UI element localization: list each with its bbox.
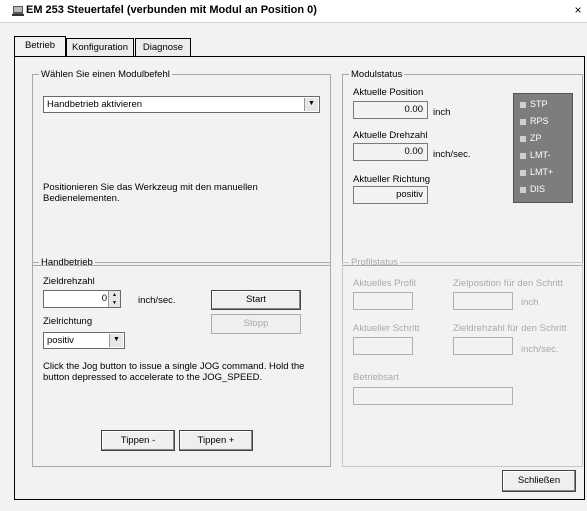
mode-field [353,387,513,405]
position-field: 0.00 [353,101,428,119]
zieldrehzahl-stepper[interactable]: 0 ▲ ▼ [43,290,121,308]
close-icon[interactable]: × [571,2,585,18]
step-label: Aktueller Schritt [353,323,420,334]
window-title: EM 253 Steuertafel (verbunden mit Modul … [26,4,317,16]
position-label: Aktuelle Position [353,87,424,98]
jog-plus-button[interactable]: Tippen + [179,430,253,451]
modulstatus-legend: Modulstatus [351,69,403,80]
jog-hint: Click the Jog button to issue a single J… [43,361,305,383]
target-pos-label: Zielposition für den Schritt [453,278,563,289]
control-panel-window: EM 253 Steuertafel (verbunden mit Modul … [0,0,587,511]
stop-button[interactable]: Stopp [211,314,301,334]
chevron-down-icon[interactable]: ▼ [304,98,318,111]
zielrichtung-selected: positiv [47,335,74,346]
zielrichtung-select[interactable]: positiv ▼ [43,332,125,349]
flag-stp: STP [520,99,548,109]
status-led-icon [520,186,526,193]
speed-unit: inch/sec. [433,149,471,160]
profile-field [353,292,413,310]
target-pos-unit: inch [521,297,539,308]
modulbefehl-select[interactable]: Handbetrieb aktivieren ▼ [43,96,320,113]
zieldrehzahl-label: Zieldrehzahl [43,276,95,287]
direction-field: positiv [353,186,428,204]
flag-rps: RPS [520,116,549,126]
step-field [353,337,413,355]
start-button[interactable]: Start [211,290,301,310]
modulstatus-group: Modulstatus Aktuelle Position 0.00 inch … [342,69,583,266]
zielrichtung-label: Zielrichtung [43,316,93,327]
jog-minus-button[interactable]: Tippen - [101,430,175,451]
status-flags-panel: STP RPS ZP LMT- LMT+ DIS [513,93,573,203]
mode-label: Betriebsart [353,372,399,383]
profile-label: Aktuelles Profil [353,278,416,289]
app-icon [12,6,24,16]
flag-lmt-plus: LMT+ [520,167,553,177]
status-led-icon [520,152,526,159]
flag-zp: ZP [520,133,542,143]
target-pos-field [453,292,513,310]
handbetrieb-legend: Handbetrieb [41,257,93,268]
status-led-icon [520,118,526,125]
direction-label: Aktueller Richtung [353,174,431,185]
modulbefehl-description: Positionieren Sie das Werkzeug mit den m… [43,182,258,204]
position-unit: inch [433,107,451,118]
tab-konfiguration[interactable]: Konfiguration [66,38,134,57]
zieldrehzahl-unit: inch/sec. [138,295,176,306]
modulbefehl-group: Wählen Sie einen Modulbefehl Handbetrieb… [32,69,331,266]
modulbefehl-selected: Handbetrieb aktivieren [47,99,143,110]
chevron-down-icon[interactable]: ▼ [109,334,123,347]
target-speed-label: Zieldrehzahl für den Schritt [453,323,567,334]
target-speed-unit: inch/sec. [521,344,559,355]
modulbefehl-legend: Wählen Sie einen Modulbefehl [41,69,170,80]
speed-field: 0.00 [353,143,428,161]
tab-betrieb[interactable]: Betrieb [14,36,66,58]
flag-lmt-minus: LMT- [520,150,551,160]
tab-diagnose[interactable]: Diagnose [135,38,191,57]
direction-value: positiv [396,189,423,200]
target-speed-field [453,337,513,355]
position-value: 0.00 [404,104,424,115]
status-led-icon [520,135,526,142]
profilstatus-group: Profilstatus Aktuelles Profil Zielpositi… [342,257,583,467]
handbetrieb-group: Handbetrieb Zieldrehzahl 0 ▲ ▼ inch/sec. … [32,257,331,467]
spin-arrows-icon[interactable]: ▲ ▼ [108,291,120,307]
profilstatus-legend: Profilstatus [351,257,398,268]
title-bar: EM 253 Steuertafel (verbunden mit Modul … [0,0,587,23]
close-button[interactable]: Schließen [502,470,576,492]
flag-dis: DIS [520,184,545,194]
speed-value: 0.00 [404,146,424,157]
status-led-icon [520,169,526,176]
zieldrehzahl-value: 0 [101,293,107,304]
tab-panel-betrieb: Wählen Sie einen Modulbefehl Handbetrieb… [14,56,585,500]
speed-label: Aktuelle Drehzahl [353,130,428,141]
status-led-icon [520,101,526,108]
